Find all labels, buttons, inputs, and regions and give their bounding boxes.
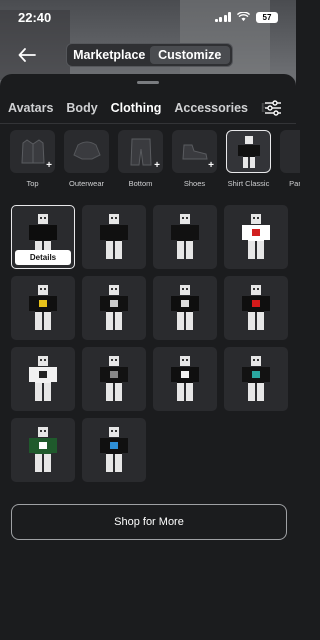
yellow-logo-shirt-avatar-icon [29,285,57,330]
subcategory-label: Outerwear [68,179,104,188]
add-icon: + [46,160,52,171]
back-arrow-icon [18,48,36,62]
pants-icon [129,138,152,165]
details-button[interactable]: Details [15,250,71,265]
sheet-drag-handle[interactable] [137,81,159,84]
small-print-shirt-avatar-icon [100,214,128,259]
tabs-divider [0,123,296,124]
tab-accessories[interactable]: Accessories [174,96,248,120]
skull-print-shirt-avatar-icon [171,356,199,401]
subcategory-pants-classic[interactable]: Pants C [280,130,300,190]
tab-clothing[interactable]: Clothing [111,96,162,120]
filter-sliders-icon[interactable] [264,100,282,116]
subcategory-thumb [280,130,300,173]
subcategory-label: Bottom [128,179,153,188]
status-time: 22:40 [18,9,52,25]
subcategory-shirt-classic[interactable]: Shirt Classic [226,130,271,190]
jacket-icon [20,138,45,163]
blue-print-shirt-avatar-icon [100,427,128,472]
wifi-icon [237,12,250,22]
subcategory-thumb: + [10,130,55,173]
teal-print-shirt-avatar-icon [242,356,270,401]
subcategory-thumb [226,130,271,173]
clothing-grid: Details [11,205,288,482]
clothing-item[interactable] [82,276,146,340]
customize-sheet: Avatars Body Clothing Accessories E + To… [0,74,300,640]
battery-icon: 57 [256,11,278,23]
clothing-item[interactable] [11,276,75,340]
sash-print-shirt-avatar-icon [171,214,199,259]
shoe-icon [181,144,208,159]
red-logo-shirt-avatar-icon [242,214,270,259]
add-icon: + [154,160,160,171]
clothing-item[interactable] [11,418,75,482]
subcategory-label: Shoes [183,179,206,188]
clothing-item[interactable] [82,418,146,482]
subcategory-row: + Top Outerwear + Bottom + Shoes Shirt C… [10,130,300,190]
subcategory-thumb: + [118,130,163,173]
mode-switcher: Marketplace Customize [66,43,233,67]
clothing-item[interactable] [224,276,288,340]
text-print-shirt-avatar-icon [100,285,128,330]
shop-for-more-button[interactable]: Shop for More [11,504,287,540]
segment-customize[interactable]: Customize [149,46,230,64]
subcategory-thumb: + [172,130,217,173]
grunge-print-shirt-avatar-icon [100,356,128,401]
clothing-item[interactable]: Details [11,205,75,269]
clothing-item[interactable] [82,205,146,269]
subcategory-label: Top [26,179,39,188]
red-cross-shirt-avatar-icon [242,285,270,330]
add-icon: + [208,160,214,171]
tab-avatars[interactable]: Avatars [8,96,53,120]
clothing-item[interactable] [224,205,288,269]
clothing-item[interactable] [153,276,217,340]
classic-shirt-avatar-icon [237,135,260,168]
subcategory-thumb [64,130,109,173]
clothing-item[interactable] [153,205,217,269]
subcategory-shoes[interactable]: + Shoes [172,130,217,190]
tab-body[interactable]: Body [66,96,97,120]
subcategory-label: Shirt Classic [227,179,270,188]
status-icons: 57 [214,11,278,23]
subcategory-top[interactable]: + Top [10,130,55,190]
clothing-item[interactable] [224,347,288,411]
segment-marketplace[interactable]: Marketplace [69,46,150,64]
status-bar: 22:40 57 [0,0,296,34]
subcategory-outerwear[interactable]: Outerwear [64,130,109,190]
back-button[interactable] [16,44,38,66]
subcategory-bottom[interactable]: + Bottom [118,130,163,190]
clothing-item[interactable] [153,347,217,411]
clothing-item[interactable] [11,347,75,411]
anime-print-shirt-avatar-icon [29,356,57,401]
lips-print-shirt-avatar-icon [171,285,199,330]
subcategory-label: Pants C [289,179,300,188]
green-jersey-shirt-avatar-icon [29,427,57,472]
hoodie-icon [72,141,101,159]
clothing-item[interactable] [82,347,146,411]
cellular-signal-icon [214,12,231,22]
